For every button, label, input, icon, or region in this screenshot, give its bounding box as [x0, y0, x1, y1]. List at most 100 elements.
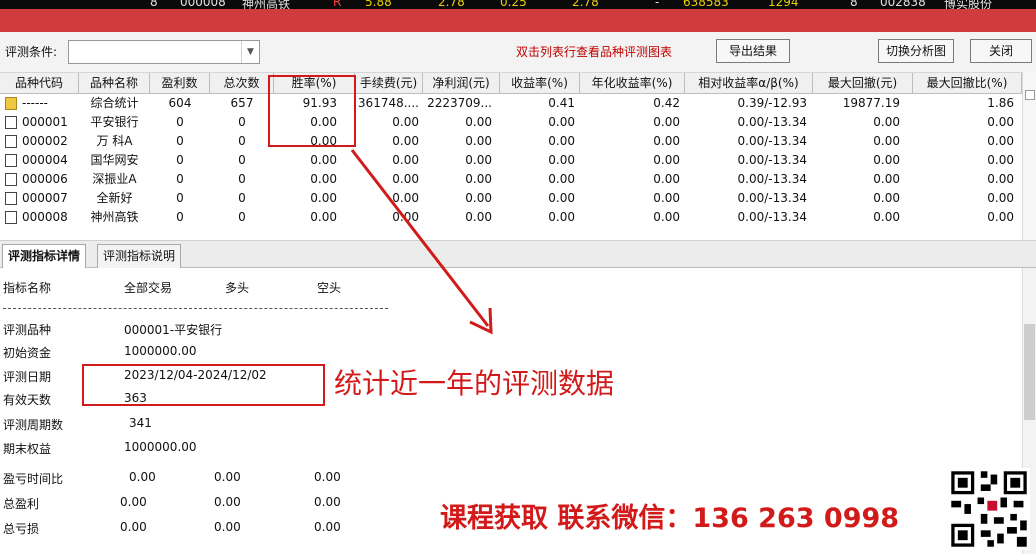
- table-row[interactable]: 000007 全新好 0 0 0.00 0.00 0.00 0.00 0.00 0.00/-13.…: [0, 189, 1022, 208]
- tab-explain[interactable]: 评测指标说明: [97, 244, 182, 269]
- ticker-left-num: 8: [150, 0, 158, 9]
- cell-dd: 19877.19: [842, 96, 900, 110]
- column-header-ret[interactable]: 收益率(%): [500, 73, 580, 94]
- column-header-rel[interactable]: 相对收益率α/β(%): [685, 73, 813, 94]
- detail-stat-long: 0.00: [214, 495, 241, 509]
- detail-scroll-thumb[interactable]: [1024, 324, 1035, 420]
- cell-annual: 0.00: [653, 134, 680, 148]
- table-row[interactable]: 000008 神州高铁 0 0 0.00 0.00 0.00 0.00 0.00 0.00/-13…: [0, 208, 1022, 227]
- detail-stat-short: 0.00: [314, 470, 341, 484]
- detail-stat-all: 0.00: [120, 520, 147, 534]
- cell-profit: 0.00: [465, 153, 492, 167]
- tab-detail[interactable]: 评测指标详情: [2, 244, 87, 270]
- close-button[interactable]: 关闭: [970, 39, 1032, 63]
- table-row[interactable]: 000001 平安银行 0 0 0.00 0.00 0.00 0.00 0.00 0.00/-13…: [0, 113, 1022, 132]
- contact-text: 课程获取 联系微信：136 263 0998: [440, 503, 900, 534]
- detail-item-label: 有效天数: [3, 393, 52, 407]
- ticker-val-1: 5.88: [365, 0, 392, 9]
- grid-scrollbar[interactable]: [1022, 72, 1036, 240]
- cell-annual: 0.00: [653, 172, 680, 186]
- cell-name: 万 科A: [96, 134, 133, 148]
- column-header-total[interactable]: 总次数: [210, 73, 274, 94]
- title-bar: [0, 9, 1036, 32]
- column-header-profit[interactable]: 净利润(元): [423, 73, 500, 94]
- toolbar: 评测条件: ▼ 双击列表行查看品种评测图表 导出结果 切换分析图 关闭: [0, 32, 1036, 72]
- column-header-code[interactable]: 品种代码: [0, 73, 79, 94]
- chevron-down-icon[interactable]: ▼: [241, 41, 259, 63]
- grid-scroll-thumb[interactable]: [1025, 90, 1035, 100]
- table-row[interactable]: ------ 综合统计 604 657 91.93 361748.... 2223709..…: [0, 94, 1022, 113]
- cell-rel: 0.00/-13.34: [737, 153, 807, 167]
- cell-profit: 0.00: [465, 172, 492, 186]
- ticker-right-name: 博实股份: [944, 0, 993, 9]
- detail-item-value: 341: [129, 416, 152, 430]
- grid-body: ------ 综合统计 604 657 91.93 361748.... 2223709..…: [0, 94, 1022, 240]
- column-header-name[interactable]: 品种名称: [79, 73, 150, 94]
- detail-stat-long: 0.00: [214, 470, 241, 484]
- ticker-right-code: 002838: [880, 0, 926, 9]
- column-header-annual[interactable]: 年化收益率(%): [580, 73, 685, 94]
- cell-ddr: 0.00: [987, 153, 1014, 167]
- cell-win: 0: [176, 191, 184, 205]
- cell-fee: 0.00: [392, 153, 419, 167]
- detail-item-label: 评测周期数: [3, 418, 64, 432]
- cell-rel: 0.00/-13.34: [737, 172, 807, 186]
- column-header-fee[interactable]: 手续费(元): [355, 73, 423, 94]
- cell-dd: 0.00: [873, 172, 900, 186]
- cell-dd: 0.00: [873, 210, 900, 224]
- checkbox-icon[interactable]: [5, 211, 17, 224]
- cell-win: 0: [176, 153, 184, 167]
- table-row[interactable]: 000002 万 科A 0 0 0.00 0.00 0.00 0.00 0.00 0.00/-13…: [0, 132, 1022, 151]
- app-window: 8 000008 神州高铁 R 5.88 2.78 0.25 2.78 - 63…: [0, 0, 1036, 554]
- cell-name: 国华网安: [90, 153, 139, 167]
- cell-name: 神州高铁: [90, 210, 139, 224]
- checkbox-icon[interactable]: [5, 173, 17, 186]
- detail-stat-all: 0.00: [120, 495, 147, 509]
- ticker-vol2: 1294: [768, 0, 799, 9]
- quote-ticker: 8 000008 神州高铁 R 5.88 2.78 0.25 2.78 - 63…: [0, 0, 1036, 9]
- column-header-ddr[interactable]: 最大回撤比(%): [913, 73, 1022, 94]
- checkbox-icon[interactable]: [5, 116, 17, 129]
- folder-icon[interactable]: [5, 97, 17, 110]
- table-row[interactable]: 000004 国华网安 0 0 0.00 0.00 0.00 0.00 0.00 0.00/-13…: [0, 151, 1022, 170]
- cell-rel: 0.39/-12.93: [737, 96, 807, 110]
- detail-item-label: 期末权益: [3, 442, 52, 456]
- cell-ddr: 0.00: [987, 115, 1014, 129]
- cell-total: 0: [238, 172, 246, 186]
- cell-ret: 0.00: [548, 191, 575, 205]
- cell-total: 0: [238, 115, 246, 129]
- checkbox-icon[interactable]: [5, 135, 17, 148]
- ticker-left-flag: R: [333, 0, 342, 9]
- cell-annual: 0.42: [653, 96, 680, 110]
- detail-stat-label: 盈亏时间比: [3, 472, 64, 486]
- cell-ret: 0.00: [548, 210, 575, 224]
- cell-total: 0: [238, 134, 246, 148]
- cell-rate: 0.00: [310, 172, 337, 186]
- detail-item-value: 1000000.00: [124, 344, 197, 358]
- cell-profit: 2223709...: [427, 96, 492, 110]
- cell-profit: 0.00: [465, 134, 492, 148]
- table-row[interactable]: 000006 深振业A 0 0 0.00 0.00 0.00 0.00 0.00 0.00/-13…: [0, 170, 1022, 189]
- cell-rel: 0.00/-13.34: [737, 191, 807, 205]
- detail-item-label: 评测日期: [3, 370, 52, 384]
- column-header-win[interactable]: 盈利数: [150, 73, 210, 94]
- ticker-dash: -: [655, 0, 660, 9]
- hint-text: 双击列表行查看品种评测图表: [516, 45, 673, 59]
- column-header-dd[interactable]: 最大回撤(元): [813, 73, 913, 94]
- detail-stat-label: 总盈利: [3, 497, 40, 511]
- cell-ddr: 0.00: [987, 191, 1014, 205]
- cell-code: ------: [22, 96, 48, 110]
- cell-fee: 0.00: [392, 115, 419, 129]
- detail-header-short: 空头: [317, 281, 342, 295]
- cell-rel: 0.00/-13.34: [737, 115, 807, 129]
- cell-code: 000002: [22, 134, 68, 148]
- checkbox-icon[interactable]: [5, 154, 17, 167]
- checkbox-icon[interactable]: [5, 192, 17, 205]
- cell-total: 0: [238, 191, 246, 205]
- cell-win: 0: [176, 115, 184, 129]
- export-button[interactable]: 导出结果: [716, 39, 790, 63]
- cell-dd: 0.00: [873, 134, 900, 148]
- cell-fee: 361748....: [357, 96, 419, 110]
- switch-chart-button[interactable]: 切换分析图: [878, 39, 954, 63]
- condition-select[interactable]: ▼: [68, 40, 260, 64]
